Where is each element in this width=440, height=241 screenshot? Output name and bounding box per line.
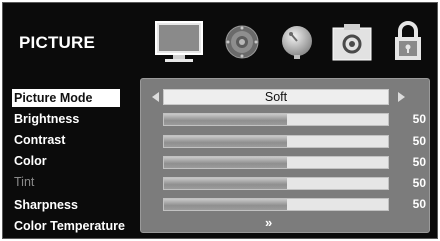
slider-fill <box>164 136 288 147</box>
menu-title: PICTURE <box>19 33 96 52</box>
lock-icon[interactable] <box>392 20 424 67</box>
arrow-left-icon[interactable] <box>152 92 159 102</box>
color-value: 50 <box>412 155 426 169</box>
settings-panel: Soft 50 50 50 50 50 » <box>140 78 430 233</box>
sharpness-slider[interactable] <box>163 198 389 211</box>
menu-item-tint: Tint <box>14 175 35 189</box>
slider-fill <box>164 178 288 189</box>
sharpness-value: 50 <box>412 197 426 211</box>
contrast-value: 50 <box>412 134 426 148</box>
picture-mode-selector[interactable]: Soft <box>163 89 389 105</box>
tv-osd-window: PICTURE Picture Mode Brightness Contrast… <box>2 2 438 239</box>
menu-item-picture-mode[interactable]: Picture Mode <box>12 89 120 107</box>
satellite-channel-icon[interactable] <box>279 24 315 65</box>
menu-item-color-temperature[interactable]: Color Temperature <box>14 217 125 235</box>
menu-item-brightness[interactable]: Brightness <box>14 110 79 128</box>
brightness-slider[interactable] <box>163 113 389 126</box>
menu-item-sharpness[interactable]: Sharpness <box>14 196 78 214</box>
tint-value: 50 <box>412 176 426 190</box>
setup-settings-icon[interactable] <box>332 23 372 66</box>
brightness-value: 50 <box>412 112 426 126</box>
slider-fill <box>164 114 288 125</box>
tint-slider <box>163 177 389 190</box>
menu-item-contrast[interactable]: Contrast <box>14 131 65 149</box>
menu-item-color[interactable]: Color <box>14 152 47 170</box>
slider-fill <box>164 157 288 168</box>
slider-fill <box>164 199 288 210</box>
contrast-slider[interactable] <box>163 135 389 148</box>
color-slider[interactable] <box>163 156 389 169</box>
more-icon[interactable]: » <box>265 215 272 230</box>
arrow-right-icon[interactable] <box>398 92 405 102</box>
speaker-sound-icon[interactable] <box>224 24 260 65</box>
tv-picture-icon[interactable] <box>155 21 203 70</box>
